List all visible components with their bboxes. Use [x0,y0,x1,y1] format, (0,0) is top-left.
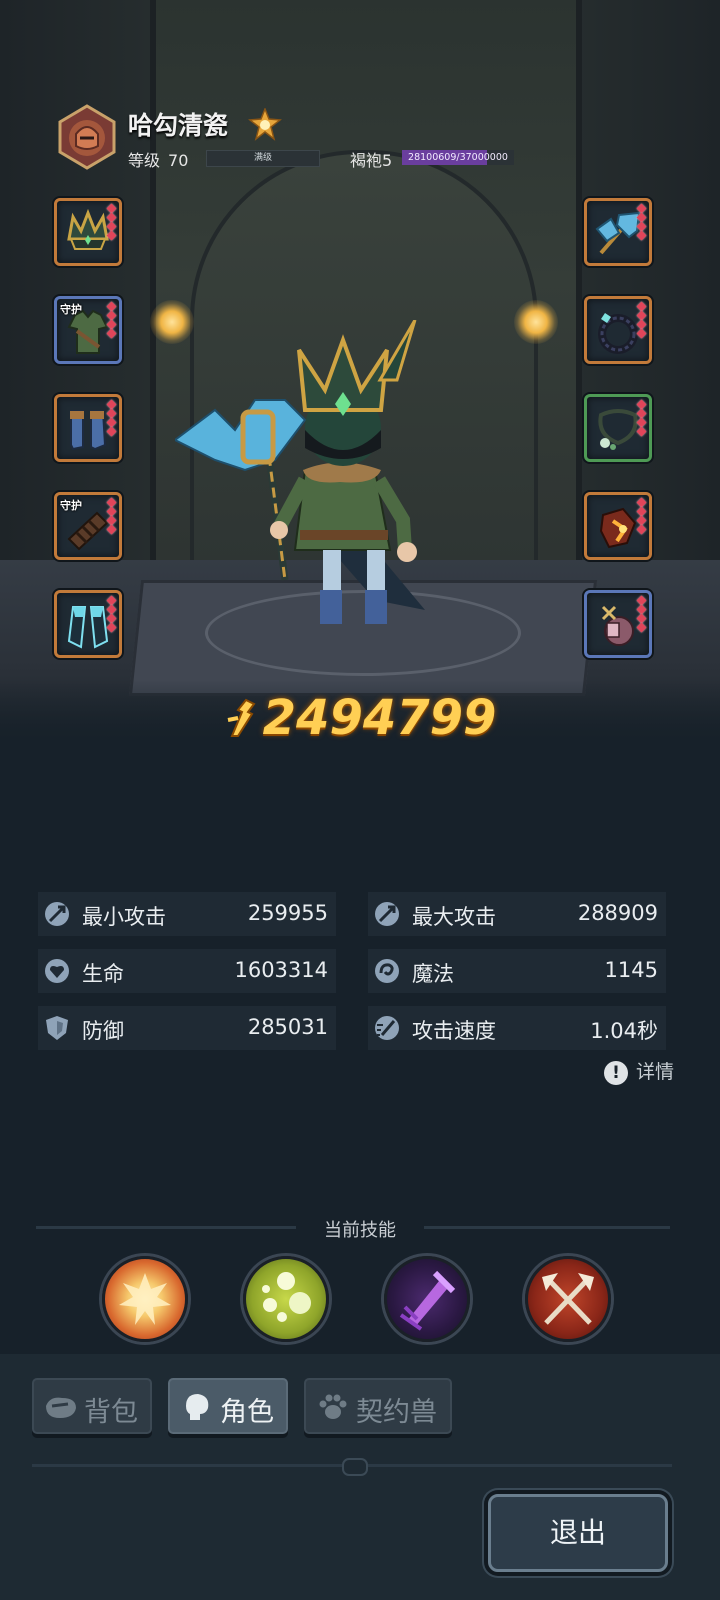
level-max-bar: 满级 [206,150,320,167]
equip-slot-crown[interactable] [54,198,122,266]
ring-icon [598,313,638,354]
equip-slot-potion-pouch[interactable] [584,590,652,658]
shadow-strike-skill-icon[interactable] [384,1256,470,1342]
stat-label: 最小攻击 [82,905,166,929]
stat-magic: 魔法 1145 [368,949,666,993]
stat-value: 1603314 [234,958,328,982]
combat-power: 2494799 [0,690,720,746]
charm-icon [599,507,637,549]
tab-backpack[interactable]: 背包 [32,1378,152,1434]
tab-label: 角色 [220,1397,274,1428]
equip-slot-staff[interactable] [584,198,652,266]
sword-icon [375,902,399,926]
tab-label: 背包 [84,1397,138,1428]
details-button[interactable]: ! 详情 [604,1057,674,1085]
stat-defense: 防御 285031 [38,1006,336,1050]
level-label: 等级 [128,151,161,170]
vip-badge-icon[interactable] [248,106,282,142]
combat-power-icon [224,698,258,738]
equip-slot-cape[interactable] [54,590,122,658]
crown-icon [67,209,109,250]
boots-icon [70,410,107,451]
backpack-icon [46,1397,76,1418]
equip-slot-tunic[interactable]: 守护 [54,296,122,364]
stat-min-attack: 最小攻击 259955 [38,892,336,936]
guard-tag: 守护 [60,303,82,316]
details-label: 详情 [636,1061,675,1083]
equip-slot-ring[interactable] [584,296,652,364]
equip-slot-boots[interactable] [54,394,122,462]
stat-hp: 生命 1603314 [38,949,336,993]
combat-power-value: 2494799 [262,690,497,746]
stat-attack-speed: 攻击速度 1.04秒 [368,1006,666,1050]
magic-swirl-icon [375,959,399,983]
paw-icon [319,1394,347,1419]
info-icon: ! [604,1060,628,1085]
stat-value: 288909 [577,901,658,925]
stat-label: 生命 [82,962,124,986]
staff-icon [595,211,641,255]
exit-button[interactable]: 退出 [488,1494,668,1572]
stat-value: 1.04秒 [590,1019,658,1043]
scene-wall-right [570,0,720,560]
stat-max-attack: 最大攻击 288909 [368,892,666,936]
rank-progress-text: 28100609/37000000 [408,152,508,163]
player-level: 等级 70 [128,147,188,171]
equip-slot-necklace[interactable] [584,394,652,462]
wall-lamp-right [514,300,558,344]
rank-progress-bar: 28100609/37000000 [402,150,514,165]
poison-orbs-skill-icon[interactable] [243,1256,329,1342]
stat-value: 285031 [247,1015,328,1039]
explosion-skill-icon[interactable] [102,1256,188,1342]
scene-wall-left [0,0,150,560]
stat-value: 1145 [604,958,658,982]
stat-value: 259955 [247,901,328,925]
stat-label: 最大攻击 [412,905,496,929]
sword-icon [45,902,69,926]
tab-label: 契约兽 [356,1397,437,1428]
speed-sword-icon [375,1016,399,1040]
equip-slot-bracers[interactable]: 守护 [54,492,122,560]
shield-icon [46,1016,68,1040]
heart-icon [45,959,69,983]
potion-pouch-icon [601,605,634,646]
guard-tag: 守护 [60,499,82,512]
hero-character [173,319,455,640]
stat-label: 攻击速度 [412,1019,496,1043]
tab-character[interactable]: 角色 [168,1378,288,1434]
skills-title: 当前技能 [324,1220,396,1241]
equip-slot-charm[interactable] [584,492,652,560]
level-value: 70 [168,151,189,170]
crossed-axes-skill-icon[interactable] [525,1256,611,1342]
cape-icon [67,606,109,649]
tab-contract-beast[interactable]: 契约兽 [304,1378,452,1434]
player-name: 哈勾清瓷 [128,111,229,140]
necklace-icon [598,409,638,450]
divider-ornament [342,1458,368,1476]
rank-label: 褐袍5 [350,151,393,170]
player-avatar[interactable] [54,104,120,170]
stat-label: 防御 [82,1019,124,1043]
character-icon [186,1394,209,1420]
stat-label: 魔法 [412,962,454,986]
